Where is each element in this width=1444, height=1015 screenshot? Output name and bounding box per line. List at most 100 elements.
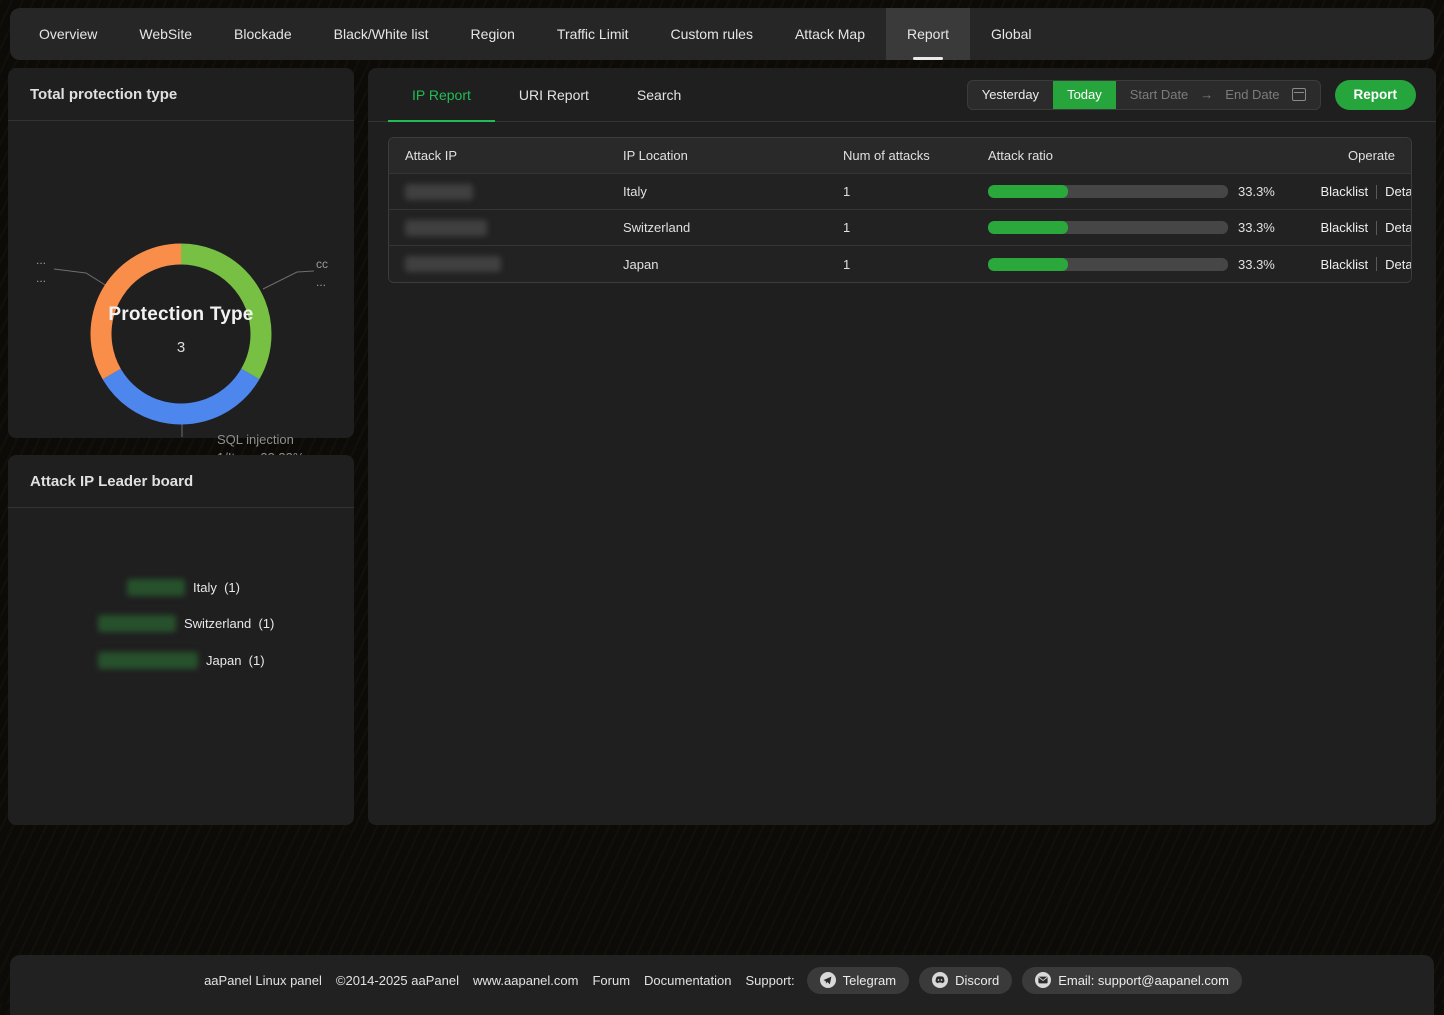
table-row: Switzerland 1 33.3% Blacklist Details (389, 210, 1411, 246)
nav-black-white-list[interactable]: Black/White list (313, 8, 450, 60)
leaderboard-label: Switzerland (1) (184, 616, 274, 631)
nav-custom-rules[interactable]: Custom rules (650, 8, 774, 60)
ratio-bar-fill (988, 185, 1068, 198)
discord-button[interactable]: Discord (919, 967, 1012, 994)
today-button[interactable]: Today (1053, 81, 1116, 109)
table-row: Italy 1 33.3% Blacklist Details (389, 174, 1411, 210)
num-attacks-value: 1 (843, 220, 988, 235)
action-divider (1376, 257, 1377, 271)
leaderboard-country: Japan (206, 653, 241, 668)
leaderboard-chart: Italy (1) Switzerland (1) Japan (1) (8, 508, 354, 824)
ip-location-value: Switzerland (623, 220, 843, 235)
email-label: Email: support@aapanel.com (1058, 973, 1229, 988)
leaderboard-panel-title: Attack IP Leader board (8, 455, 354, 508)
date-arrow-icon: → (1200, 87, 1213, 102)
discord-label: Discord (955, 973, 999, 988)
protection-panel-title: Total protection type (8, 68, 354, 121)
calendar-icon[interactable] (1292, 88, 1306, 101)
blacklist-link[interactable]: Blacklist (1320, 257, 1368, 272)
attack-ip-leaderboard-panel: Attack IP Leader board Italy (1) Switzer… (8, 455, 354, 825)
ratio-value: 33.3% (1238, 184, 1275, 199)
leaderboard-label: Italy (1) (193, 580, 240, 595)
report-panel: IP Report URI Report Search Yesterday To… (368, 68, 1436, 825)
pie-label-cc-value: ... (316, 273, 328, 291)
custom-date-range[interactable]: Start Date → End Date (1116, 87, 1320, 102)
ratio-bar-track (988, 185, 1228, 198)
blacklist-link[interactable]: Blacklist (1320, 184, 1368, 199)
telegram-button[interactable]: Telegram (807, 967, 909, 994)
telegram-label: Telegram (843, 973, 896, 988)
top-navbar: Overview WebSite Blockade Black/White li… (10, 8, 1434, 60)
attack-ratio-cell: 33.3% (988, 184, 1275, 199)
blurred-attack-ip (405, 184, 473, 200)
footer-forum-link[interactable]: Forum (592, 973, 630, 988)
attack-ratio-cell: 33.3% (988, 220, 1275, 235)
pie-label-left-name: ... (36, 251, 46, 269)
nav-website[interactable]: WebSite (118, 8, 213, 60)
col-num-attacks: Num of attacks (843, 148, 988, 163)
leaderboard-bar-blurred-ip (98, 615, 176, 632)
email-icon (1035, 972, 1051, 988)
ratio-bar-fill (988, 258, 1068, 271)
ratio-value: 33.3% (1238, 257, 1275, 272)
report-header: IP Report URI Report Search Yesterday To… (368, 68, 1436, 122)
tab-search[interactable]: Search (613, 68, 705, 121)
pie-label-cc-name: cc (316, 255, 328, 273)
nav-overview[interactable]: Overview (18, 8, 118, 60)
report-button[interactable]: Report (1335, 80, 1417, 110)
total-protection-panel: Total protection type Protection Type 3 … (8, 68, 354, 438)
donut-center-text: Protection Type 3 (91, 304, 271, 356)
report-header-controls: Yesterday Today Start Date → End Date Re… (967, 68, 1416, 121)
ip-location-value: Italy (623, 184, 843, 199)
leaderboard-count: (1) (249, 653, 265, 668)
leaderboard-bar-blurred-ip (98, 652, 198, 669)
nav-region[interactable]: Region (450, 8, 536, 60)
start-date-placeholder[interactable]: Start Date (1130, 87, 1189, 102)
donut-center-value: 3 (91, 339, 271, 356)
ratio-bar-track (988, 258, 1228, 271)
blurred-attack-ip (405, 220, 487, 236)
action-divider (1376, 185, 1377, 199)
tab-ip-report[interactable]: IP Report (388, 68, 495, 121)
leaderboard-country: Switzerland (184, 616, 251, 631)
email-button[interactable]: Email: support@aapanel.com (1022, 967, 1242, 994)
nav-global[interactable]: Global (970, 8, 1052, 60)
ip-location-value: Japan (623, 257, 843, 272)
tab-uri-report[interactable]: URI Report (495, 68, 613, 121)
leaderboard-count: (1) (224, 580, 240, 595)
nav-attack-map[interactable]: Attack Map (774, 8, 886, 60)
protection-donut-chart: Protection Type 3 ... ... cc ... SQL inj… (8, 121, 354, 437)
label-line-right (263, 271, 314, 289)
end-date-placeholder[interactable]: End Date (1225, 87, 1279, 102)
date-range-control: Yesterday Today Start Date → End Date (967, 80, 1321, 110)
leaderboard-bar-blurred-ip (127, 579, 185, 596)
blacklist-link[interactable]: Blacklist (1320, 220, 1368, 235)
details-link[interactable]: Details (1385, 257, 1412, 272)
pie-label-left: ... ... (36, 251, 46, 287)
nav-blockade[interactable]: Blockade (213, 8, 313, 60)
donut-svg (8, 121, 354, 437)
nav-report[interactable]: Report (886, 8, 970, 60)
attack-ip-table: Attack IP IP Location Num of attacks Att… (388, 137, 1412, 283)
blurred-attack-ip (405, 256, 501, 272)
leaderboard-count: (1) (258, 616, 274, 631)
action-divider (1376, 221, 1377, 235)
col-attack-ratio: Attack ratio (988, 148, 1245, 163)
footer-site-link[interactable]: www.aapanel.com (473, 973, 579, 988)
col-attack-ip: Attack IP (405, 148, 623, 163)
col-ip-location: IP Location (623, 148, 843, 163)
footer: aaPanel Linux panel ©2014-2025 aaPanel w… (10, 955, 1434, 1015)
discord-icon (932, 972, 948, 988)
telegram-icon (820, 972, 836, 988)
leaderboard-row: Switzerland (1) (98, 613, 274, 633)
yesterday-button[interactable]: Yesterday (968, 81, 1053, 109)
leaderboard-row: Italy (1) (127, 577, 240, 597)
pie-label-left-value: ... (36, 269, 46, 287)
footer-docs-link[interactable]: Documentation (644, 973, 731, 988)
details-link[interactable]: Details (1385, 184, 1412, 199)
details-link[interactable]: Details (1385, 220, 1412, 235)
nav-traffic-limit[interactable]: Traffic Limit (536, 8, 650, 60)
attack-ratio-cell: 33.3% (988, 257, 1275, 272)
footer-brand: aaPanel Linux panel (204, 973, 322, 988)
table-header-row: Attack IP IP Location Num of attacks Att… (389, 138, 1411, 174)
